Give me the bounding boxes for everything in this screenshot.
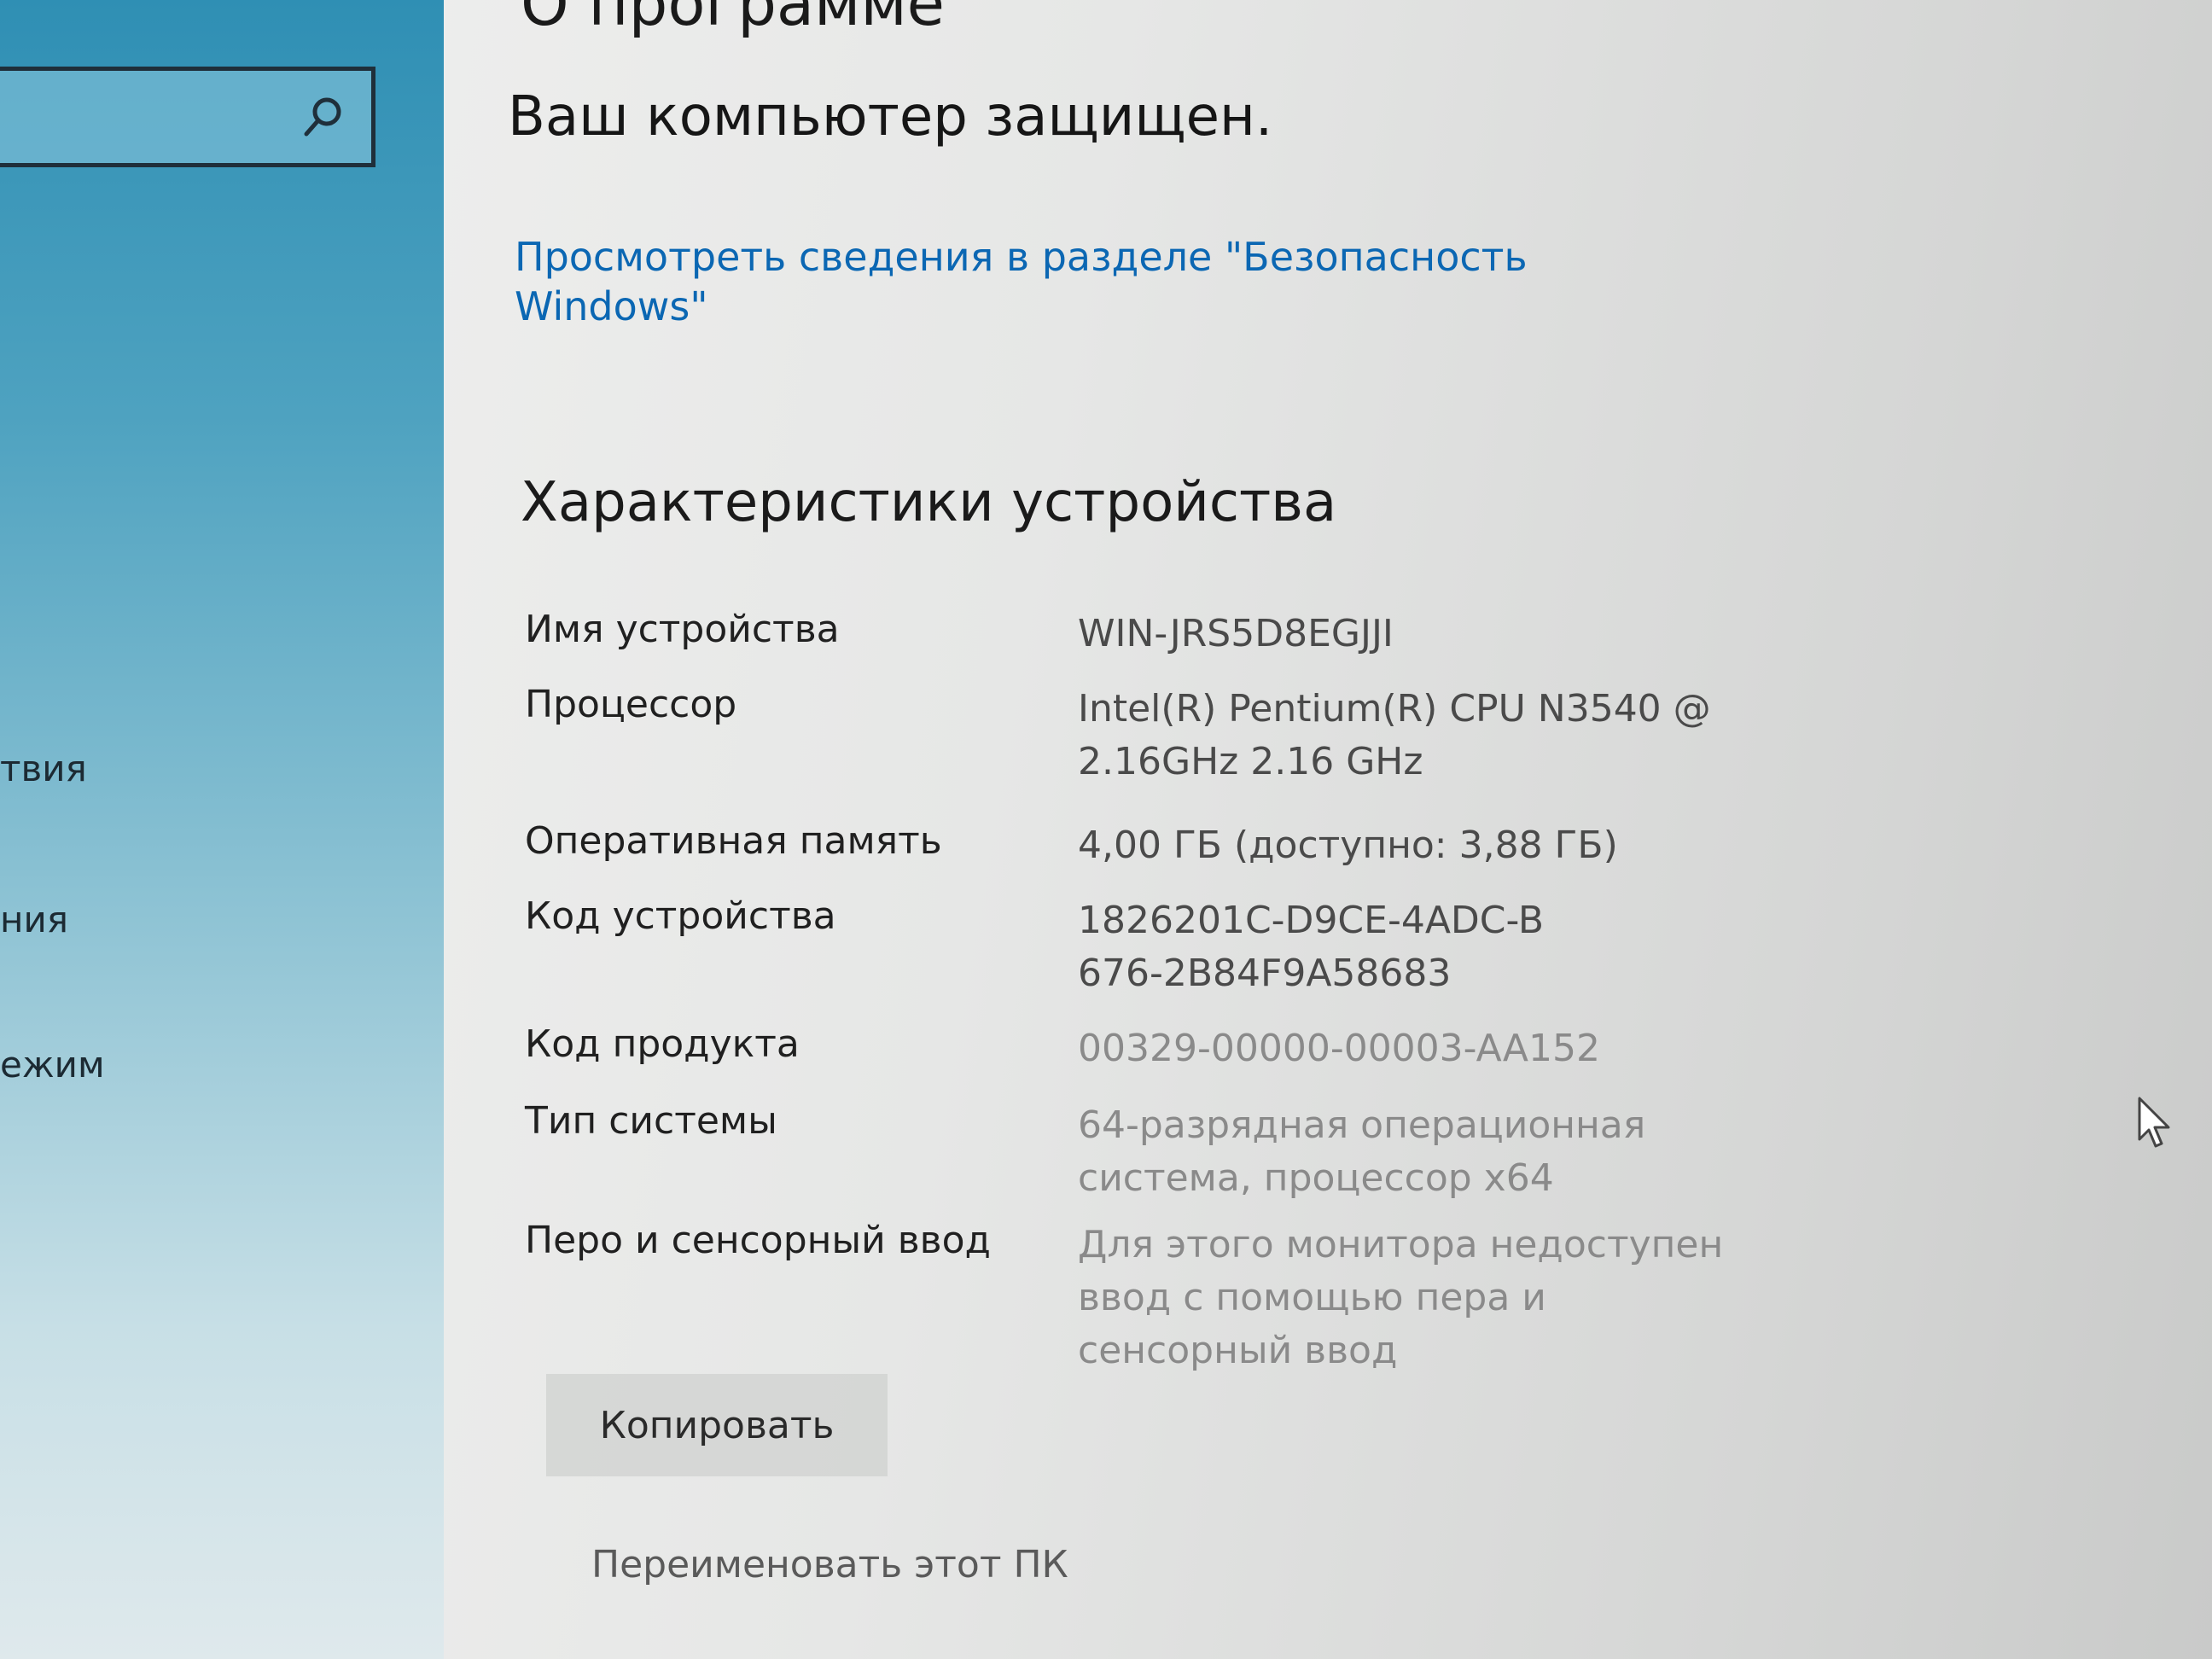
- mouse-cursor-icon: [2138, 1097, 2170, 1148]
- windows-security-link[interactable]: Просмотреть сведения в разделе "Безопасн…: [515, 232, 1539, 331]
- search-input[interactable]: [0, 67, 375, 167]
- spec-label: Перо и сенсорный ввод: [525, 1219, 991, 1262]
- spec-label: Тип системы: [525, 1099, 777, 1143]
- spec-label: Код устройства: [525, 894, 836, 938]
- device-specs-title: Характеристики устройства: [521, 471, 1337, 534]
- copy-button[interactable]: Копировать: [546, 1374, 888, 1476]
- spec-label: Процессор: [525, 683, 737, 726]
- rename-pc-link[interactable]: Переименовать этот ПК: [591, 1543, 1068, 1586]
- search-icon[interactable]: [300, 93, 347, 141]
- spec-label: Оперативная память: [525, 819, 942, 863]
- sidebar-item-2[interactable]: ния: [0, 899, 68, 940]
- spec-value: 4,00 ГБ (доступно: 3,88 ГБ): [1078, 824, 1618, 867]
- spec-label: Имя устройства: [525, 608, 840, 651]
- spec-value: Intel(R) Pentium(R) CPU N3540 @ 2.16GHz …: [1078, 687, 1711, 783]
- sidebar-item-1[interactable]: твия: [0, 748, 87, 789]
- page-title: О программе: [521, 0, 945, 39]
- security-status-title: Ваш компьютер защищен.: [508, 85, 1273, 148]
- spec-value: 64-разрядная операционная система, проце…: [1078, 1103, 1646, 1200]
- spec-value: 1826201C-D9CE-4ADC-B676-2B84F9A58683: [1078, 899, 1545, 995]
- spec-label: Код продукта: [525, 1022, 800, 1066]
- spec-value: 00329-00000-00003-AA152: [1078, 1027, 1600, 1070]
- settings-window: твия ния ежим О программе Ваш компьютер …: [0, 0, 2212, 1659]
- sidebar: твия ния ежим: [0, 0, 444, 1659]
- spec-value: Для этого монитора недоступен ввод с пом…: [1078, 1223, 1724, 1372]
- spec-value: WIN-JRS5D8EGJJI: [1078, 612, 1394, 655]
- sidebar-item-3[interactable]: ежим: [0, 1044, 105, 1086]
